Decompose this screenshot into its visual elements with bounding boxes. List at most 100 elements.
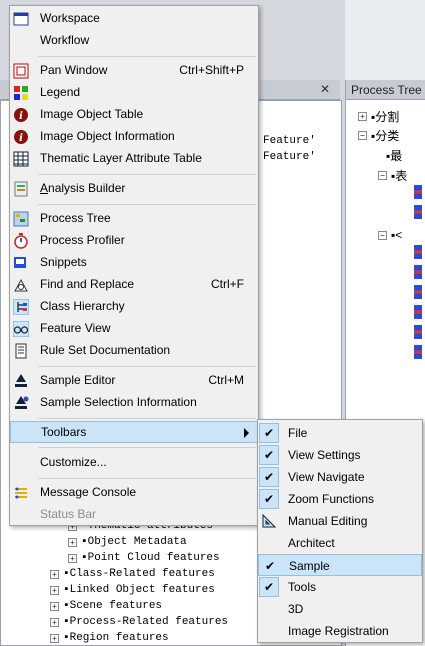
stopwatch-icon [13,233,29,249]
menu-item-workspace[interactable]: Workspace [10,8,258,30]
feature-tree: + ▪ Thematic attributes + ▪ Object Metadat… [50,518,228,646]
menu-item-message-console[interactable]: Message Console [10,482,258,504]
process-icon [414,205,422,219]
document-icon [13,343,29,359]
sample-editor-icon [13,373,29,389]
sample-selection-icon [13,395,29,411]
expand-icon[interactable]: + [50,585,59,595]
collapse-icon[interactable]: − [378,230,387,240]
triangle-ruler-icon [259,511,279,531]
feature-line: Feature' [263,135,316,147]
menu-item-analysis-builder[interactable]: Analysis Builder [10,178,258,200]
process-icon [414,265,422,279]
glasses-icon [13,321,29,337]
pan-window-icon [13,63,29,79]
menu-separator [38,366,256,367]
process-icon [414,345,422,359]
menu-item-class-hierarchy[interactable]: Class Hierarchy [10,296,258,318]
menu-separator [38,478,256,479]
expand-icon[interactable]: + [50,617,59,627]
menu-item-legend[interactable]: Legend [10,82,258,104]
tree-row[interactable]: − ▪ 分类 [358,127,399,144]
tree-row[interactable]: ▪ 最 [386,147,402,164]
menu-item-status-bar: Status Bar [40,507,97,521]
menu-item-image-object-table[interactable]: i Image Object Table [10,104,258,126]
toolbars-submenu: ✔ File ✔ View Settings ✔ View Navigate ✔… [257,419,423,643]
class-hierarchy-icon [13,299,29,315]
process-tree-title: Process Tree [346,80,425,100]
expand-icon[interactable]: + [50,569,59,579]
tree-row[interactable]: + ▪ Class-Related features [50,566,228,582]
tree-row[interactable]: + ▪ Process-Related features [50,614,228,630]
expand-icon[interactable]: + [50,601,59,611]
menu-item-rule-set-documentation[interactable]: Rule Set Documentation [10,340,258,362]
feature-list: Feature' Feature' [263,133,316,165]
checkmark-icon: ✔ [264,559,276,573]
checkmark-icon: ✔ [259,577,279,597]
menu-item-snippets[interactable]: Snippets [10,252,258,274]
table-icon [13,151,29,167]
toolbar-item-image-registration[interactable]: Image Registration [258,620,422,642]
tree-row[interactable]: + ▪ 分割 [358,108,399,125]
workspace-icon [13,11,29,27]
collapse-icon[interactable]: − [358,131,367,140]
collapse-icon[interactable]: − [378,171,387,180]
expand-icon[interactable]: + [68,537,77,547]
legend-icon [13,85,29,101]
toolbar-item-view-navigate[interactable]: ✔ View Navigate [258,466,422,488]
process-tree-icon [13,211,29,227]
process-icon [414,325,422,339]
checkmark-icon: ✔ [259,445,279,465]
toolbar-item-tools[interactable]: ✔ Tools [258,576,422,598]
process-icon [414,305,422,319]
expand-icon[interactable]: + [68,553,77,563]
menu-separator [38,56,256,57]
tree-row[interactable]: − ▪ < [378,228,402,242]
menu-item-thematic-layer-attribute-table[interactable]: Thematic Layer Attribute Table [10,148,258,170]
process-icon [414,245,422,259]
menu-item-find-and-replace[interactable]: Find and Replace Ctrl+F [10,274,258,296]
tree-row[interactable]: + ▪ Region features [50,630,228,646]
toolbar-item-zoom-functions[interactable]: ✔ Zoom Functions [258,488,422,510]
close-icon[interactable]: ✕ [320,82,330,96]
menu-separator [38,418,256,419]
menu-item-toolbars[interactable]: Toolbars [10,421,258,443]
checkmark-icon: ✔ [259,423,279,443]
toolbar-item-architect[interactable]: Architect [258,532,422,554]
checkmark-icon: ✔ [259,467,279,487]
toolbar-item-file[interactable]: ✔ File [258,422,422,444]
toolbar-item-sample[interactable]: ✔ Sample [258,554,422,576]
menu-item-sample-selection-information[interactable]: Sample Selection Information [10,392,258,414]
process-icon [414,185,422,199]
menu-item-process-profiler[interactable]: Process Profiler [10,230,258,252]
svg-text:i: i [19,133,23,144]
view-menu: Workspace Workflow Pan Window Ctrl+Shift… [9,5,259,526]
menu-separator [38,174,256,175]
analysis-builder-icon [13,181,29,197]
checkmark-icon: ✔ [259,489,279,509]
menu-item-sample-editor[interactable]: Sample Editor Ctrl+M [10,370,258,392]
svg-text:i: i [19,111,23,122]
menu-item-workflow[interactable]: Workflow [10,30,258,52]
process-icon [414,285,422,299]
tree-row[interactable]: − ▪ 表 [378,167,407,184]
tree-row[interactable]: + ▪ Scene features [50,598,228,614]
tree-row[interactable]: + ▪ Object Metadata [50,534,228,550]
menu-item-image-object-information[interactable]: i Image Object Information [10,126,258,148]
expand-icon[interactable]: + [358,112,367,121]
snippets-icon [13,255,29,271]
info-icon: i [13,129,29,145]
tree-row[interactable]: + ▪ Linked Object features [50,582,228,598]
menu-item-feature-view[interactable]: Feature View [10,318,258,340]
menu-item-process-tree[interactable]: Process Tree [10,208,258,230]
toolbar-item-manual-editing[interactable]: Manual Editing [258,510,422,532]
tree-row[interactable]: + ▪ Point Cloud features [50,550,228,566]
menu-item-customize[interactable]: Customize... [10,452,258,474]
feature-line: Feature' [263,151,316,163]
info-icon: i [13,107,29,123]
toolbar-item-3d[interactable]: 3D [258,598,422,620]
menu-separator [38,447,256,448]
toolbar-item-view-settings[interactable]: ✔ View Settings [258,444,422,466]
expand-icon[interactable]: + [50,633,59,643]
menu-item-pan-window[interactable]: Pan Window Ctrl+Shift+P [10,60,258,82]
